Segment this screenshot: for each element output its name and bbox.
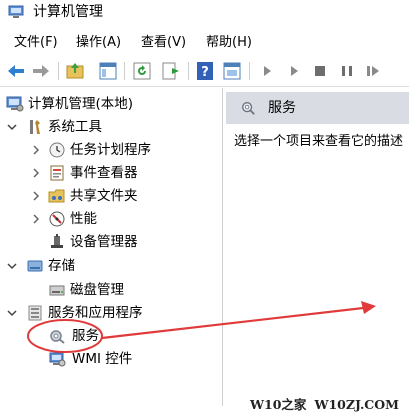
content-description: 选择一个项目来查看它的描述 [234,134,404,149]
clock-icon [49,142,65,158]
disk-icon [49,285,65,296]
toolbar-separator [249,62,250,80]
tree-node-label: 性能 [70,211,97,227]
watermark: W10之家 W10ZJ.COM [250,394,399,413]
chevron-right-icon[interactable] [30,209,42,229]
tree-node-label: 系统工具 [48,119,102,135]
tree-node-label: WMI 控件 [72,351,133,367]
watermark-right: W10ZJ.COM [314,397,399,412]
tree-node-label: 共享文件夹 [70,188,138,204]
title-bar: 计算机管理 [0,0,409,26]
tree-node-label: 服务和应用程序 [48,305,143,321]
device-manager-icon [51,234,63,248]
window-title: 计算机管理 [33,4,103,20]
play-icon[interactable] [283,60,305,82]
storage-icon [27,260,43,272]
properties-icon[interactable] [221,60,243,82]
menu-action[interactable]: 操作(A) [76,34,121,52]
toolbar-separator [58,62,59,80]
watermark-left: W10之家 [250,397,307,412]
chevron-right-icon[interactable] [30,140,42,160]
refresh-icon[interactable] [131,60,153,82]
pause-icon[interactable] [336,60,358,82]
computer-management-icon [8,5,24,18]
restart-icon[interactable] [362,60,384,82]
help-icon[interactable]: ? [194,60,216,82]
toolbar-separator [188,62,189,80]
tree-node-label: 存储 [48,258,75,274]
content-header: 服务 [226,92,409,124]
content-header-title: 服务 [268,100,296,116]
chevron-right-icon[interactable] [30,163,42,183]
tree-node-label: 计算机管理(本地) [28,96,134,112]
svg-text:?: ? [201,65,209,80]
chevron-down-icon[interactable] [6,256,18,276]
event-viewer-icon [50,165,64,181]
tools-icon [30,120,40,134]
services-gear-icon [50,330,65,344]
shared-folder-icon [48,189,65,203]
chevron-right-icon[interactable] [30,186,42,206]
console-tree: 计算机管理(本地) 系统工具 任务计划程序 事件查看器 共享文件夹 性能 设备管… [0,88,223,406]
performance-icon [49,211,65,227]
toolbar-separator [124,62,125,80]
menu-bar: 文件(F) 操作(A) 查看(V) 帮助(H) [0,32,409,54]
start-service-icon[interactable] [256,60,278,82]
menu-view[interactable]: 查看(V) [141,34,186,52]
tree-node-label: 磁盘管理 [70,282,124,298]
chevron-down-icon[interactable] [6,117,18,137]
up-folder-icon[interactable] [64,60,86,82]
export-list-icon[interactable] [160,60,182,82]
menu-help[interactable]: 帮助(H) [206,34,252,52]
wmi-control-icon [49,352,66,367]
services-gear-icon [242,102,255,115]
computer-management-icon [6,96,24,112]
tree-node-label: 设备管理器 [70,234,138,250]
tree-node-label: 服务 [72,328,99,344]
toolbar: ? [0,56,409,87]
services-applications-icon [28,305,42,321]
show-hide-tree-icon[interactable] [97,60,119,82]
back-arrow-icon[interactable] [5,60,27,82]
menu-file[interactable]: 文件(F) [14,34,58,52]
content-pane: 服务 选择一个项目来查看它的描述 [226,88,409,406]
tree-node-label: 任务计划程序 [70,142,151,158]
chevron-down-icon[interactable] [6,303,18,323]
tree-node-label: 事件查看器 [70,165,138,181]
stop-icon[interactable] [309,60,331,82]
forward-arrow-icon[interactable] [30,60,52,82]
